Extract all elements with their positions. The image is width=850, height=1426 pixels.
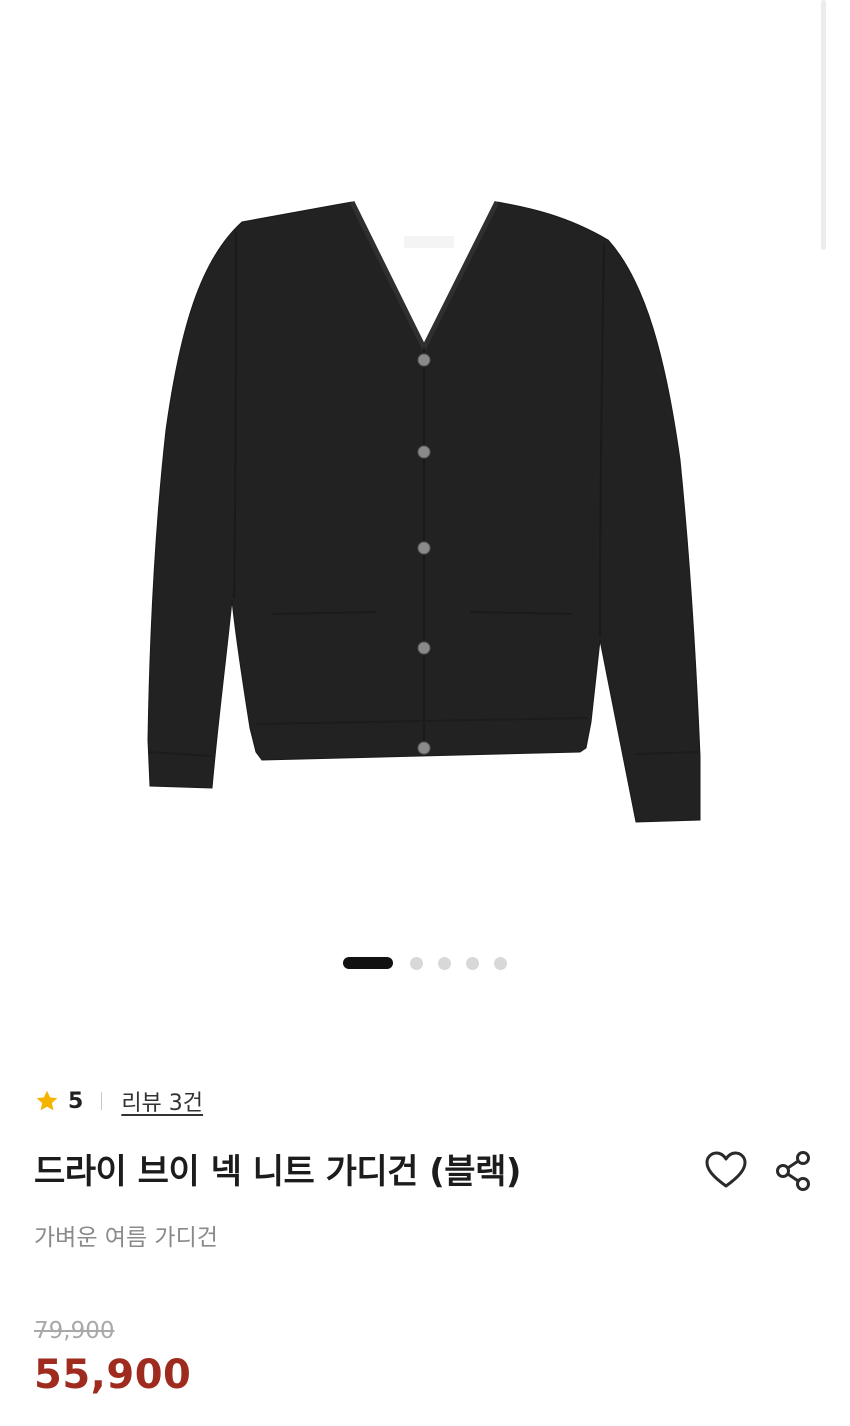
carousel-dot[interactable] [494,956,507,970]
heart-icon [705,1151,747,1188]
sale-price: 55,900 [34,1352,192,1398]
wishlist-button[interactable] [704,1150,748,1192]
product-image[interactable] [0,0,850,940]
share-icon [776,1151,810,1191]
review-count-link[interactable]: 리뷰 3건 [121,1085,203,1117]
carousel-dot[interactable] [438,956,451,970]
product-title: 드라이 브이 넥 니트 가디건 (블랙) [34,1152,521,1192]
garment-label [404,236,454,248]
rating-row: 5 리뷰 3건 [34,1084,203,1118]
carousel-dot-active[interactable] [343,957,393,969]
product-subtitle: 가벼운 여름 가디건 [34,1225,218,1251]
carousel-indicator[interactable] [0,955,850,971]
rating-divider [101,1092,103,1110]
share-button[interactable] [774,1150,814,1192]
carousel-dot[interactable] [410,956,423,970]
carousel-dot[interactable] [466,956,479,970]
rating-value: 5 [68,1088,84,1114]
original-price: 79,900 [34,1318,115,1344]
star-icon [34,1088,60,1114]
cardigan-image [147,200,701,823]
